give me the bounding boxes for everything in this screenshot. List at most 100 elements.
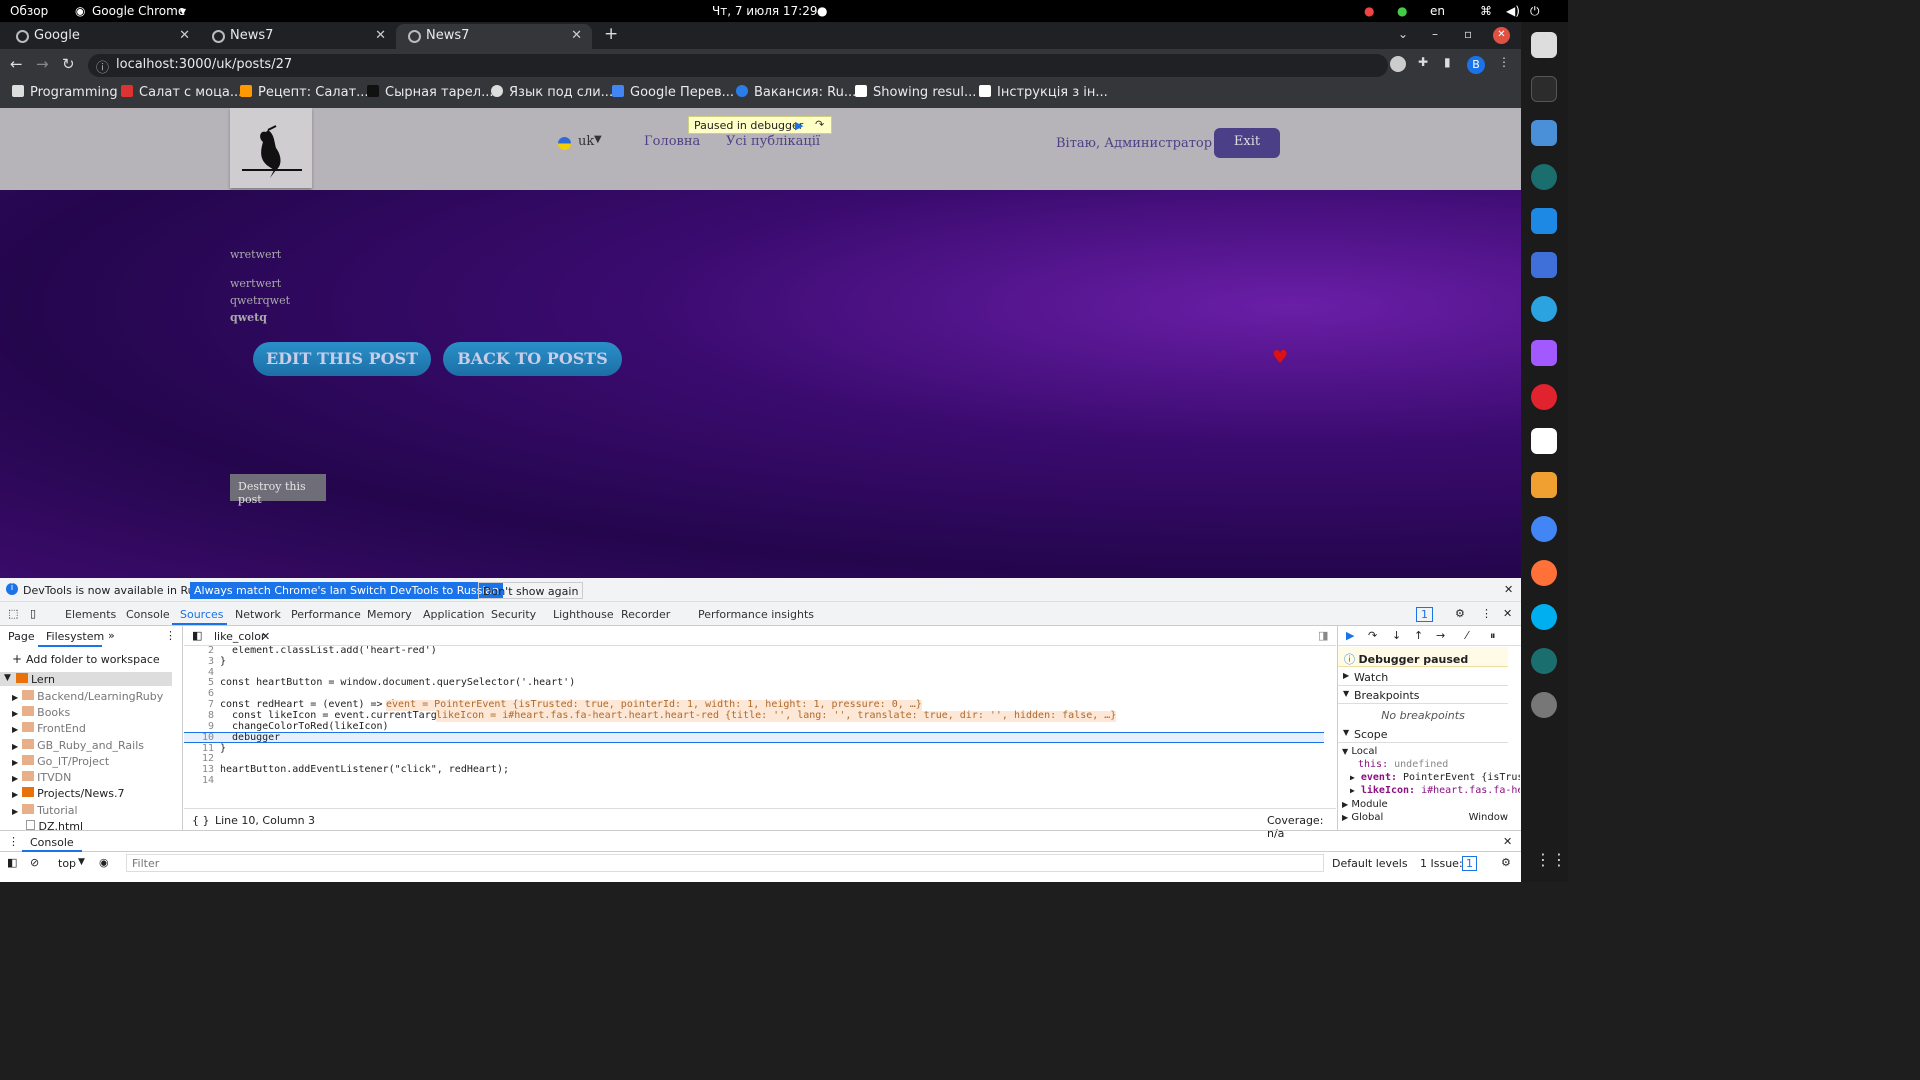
toggle-navigator-icon[interactable]: ◧: [192, 629, 202, 642]
sidebar-toggle-icon[interactable]: ◧: [7, 856, 17, 869]
exit-button[interactable]: Exit: [1214, 128, 1280, 158]
kebab-menu-icon[interactable]: ⋮: [1481, 607, 1492, 620]
clear-console-icon[interactable]: ⊘: [30, 856, 39, 869]
step-over-icon[interactable]: ↷: [815, 118, 824, 131]
dont-show-button[interactable]: Don't show again: [478, 582, 584, 599]
tab-news7[interactable]: News7 ✕: [200, 24, 396, 49]
activities-button[interactable]: Обзор: [10, 4, 48, 18]
step-over-icon[interactable]: ↷: [1368, 629, 1377, 642]
code-lines[interactable]: 2 element.classList.add('heart-red') 3} …: [184, 646, 1324, 806]
tab-application[interactable]: Application: [423, 608, 484, 621]
calculator-icon[interactable]: [1531, 472, 1557, 498]
step-out-icon[interactable]: ↑: [1414, 629, 1423, 642]
bookmark-item[interactable]: Google Перев...: [612, 85, 734, 100]
tree-item[interactable]: ▶ FrontEnd: [12, 722, 86, 735]
app-icon[interactable]: [1531, 428, 1557, 454]
close-icon[interactable]: ✕: [571, 28, 582, 43]
new-tab-button[interactable]: +: [604, 24, 618, 44]
volume-icon[interactable]: ◀): [1506, 4, 1520, 18]
heart-icon[interactable]: ♥: [1272, 347, 1288, 368]
bookmark-item[interactable]: Programming: [12, 85, 118, 100]
tab-memory[interactable]: Memory: [367, 608, 412, 621]
tree-item[interactable]: ▶ GB_Ruby_and_Rails: [12, 739, 144, 752]
screenshot-icon[interactable]: [1531, 252, 1557, 278]
kebab-menu-icon[interactable]: ⋮: [8, 835, 19, 848]
bookmark-item[interactable]: Інструкція з ін...: [979, 85, 1108, 100]
bookmark-item[interactable]: Вакансия: Ru...: [736, 85, 856, 100]
magpie-logo[interactable]: [230, 108, 312, 188]
edit-post-button[interactable]: EDIT THIS POST: [253, 342, 431, 376]
deactivate-breakpoints-icon[interactable]: ⁄: [1466, 629, 1468, 642]
console-filter-input[interactable]: [126, 854, 1324, 872]
step-icon[interactable]: →: [1436, 629, 1445, 642]
kebab-menu-icon[interactable]: ⋮: [165, 629, 176, 642]
tab-security[interactable]: Security: [491, 608, 536, 621]
bookmark-item[interactable]: Сырная тарел...: [367, 85, 494, 100]
nav-tab-page[interactable]: Page: [8, 630, 35, 643]
close-icon[interactable]: ✕: [375, 28, 386, 43]
puzzle-icon[interactable]: ✚: [1418, 55, 1428, 69]
app-icon[interactable]: [1531, 692, 1557, 718]
file-tab[interactable]: like_color: [214, 630, 265, 643]
log-levels-dropdown[interactable]: Default levels: [1332, 857, 1408, 870]
toggle-debugger-icon[interactable]: ◨: [1318, 629, 1328, 642]
inspect-icon[interactable]: ⬚: [8, 607, 18, 620]
skype-icon[interactable]: [1531, 604, 1557, 630]
scope-section[interactable]: ▼ Scope: [1338, 725, 1508, 743]
address-bar[interactable]: ⓘ localhost:3000/uk/posts/27: [88, 54, 1388, 77]
nav-tab-filesystem[interactable]: Filesystem: [46, 630, 104, 643]
maximize-icon[interactable]: ▫: [1464, 27, 1472, 41]
telegram-icon[interactable]: [1531, 296, 1557, 322]
drawer-tab-console[interactable]: Console: [30, 836, 74, 849]
window-close-icon[interactable]: ✕: [1493, 27, 1510, 44]
scope-row[interactable]: ▶ event: PointerEvent {isTrust: [1350, 772, 1520, 783]
device-toggle-icon[interactable]: ▯: [30, 607, 36, 620]
back-to-posts-button[interactable]: BACK TO POSTS: [443, 342, 622, 376]
close-icon[interactable]: ✕: [1503, 607, 1512, 620]
tab-performance[interactable]: Performance: [291, 608, 361, 621]
app-menu[interactable]: Google Chrome: [92, 4, 185, 18]
back-icon[interactable]: ←: [10, 55, 23, 73]
tree-item[interactable]: ▶ ITVDN: [12, 771, 71, 784]
expand-icon[interactable]: ▼: [4, 673, 11, 683]
bookmark-item[interactable]: Showing resul...: [855, 85, 976, 100]
profile-avatar[interactable]: B: [1467, 56, 1485, 74]
scope-module[interactable]: ▶ Module: [1342, 799, 1388, 810]
chrome-icon[interactable]: [1531, 516, 1557, 542]
forward-icon[interactable]: →: [36, 55, 49, 73]
step-into-icon[interactable]: ↓: [1392, 629, 1401, 642]
scope-local[interactable]: ▼ Local: [1342, 746, 1377, 757]
tab-lighthouse[interactable]: Lighthouse: [553, 608, 614, 621]
tree-item[interactable]: ▶ Go_IT/Project: [12, 755, 109, 768]
tree-item-selected[interactable]: ▼ Lern: [0, 672, 172, 686]
resume-icon[interactable]: ▶: [795, 119, 803, 132]
scope-global[interactable]: ▶ Global Window: [1342, 812, 1508, 823]
extension-icon[interactable]: [1390, 56, 1406, 72]
eye-icon[interactable]: ◉: [99, 856, 109, 869]
tray-check-icon[interactable]: ●: [1397, 4, 1407, 18]
software-center-icon[interactable]: [1531, 120, 1557, 146]
context-selector[interactable]: top: [58, 857, 76, 870]
tray-app-icon[interactable]: ●: [1364, 4, 1374, 18]
gear-icon[interactable]: ⚙: [1501, 856, 1511, 869]
close-icon[interactable]: ✕: [1504, 583, 1513, 596]
terminal-icon[interactable]: [1531, 76, 1557, 102]
tab-performance-insights[interactable]: Performance insights: [698, 608, 814, 621]
firefox-icon[interactable]: [1531, 560, 1557, 586]
clock[interactable]: Чт, 7 июля 17:29: [712, 4, 817, 18]
tree-item[interactable]: ▶ Books: [12, 706, 70, 719]
info-icon[interactable]: ⓘ: [96, 57, 109, 76]
resume-icon[interactable]: ▶: [1346, 629, 1354, 642]
kebab-menu-icon[interactable]: ⋮: [1498, 55, 1510, 69]
reload-icon[interactable]: ↻: [62, 55, 75, 73]
tab-google[interactable]: Google ✕: [4, 24, 200, 49]
keyboard-layout[interactable]: en: [1430, 4, 1445, 18]
tree-item[interactable]: ▶ Projects/News.7: [12, 787, 124, 800]
bookmark-item[interactable]: Салат с моца...: [121, 85, 242, 100]
nav-all-posts[interactable]: Усі публікації: [726, 134, 820, 149]
tab-search-icon[interactable]: ⌄: [1398, 27, 1408, 41]
gear-icon[interactable]: ⚙: [1455, 607, 1465, 620]
tab-sources[interactable]: Sources: [180, 608, 224, 621]
language-dropdown[interactable]: uk: [578, 134, 594, 149]
issues-badge[interactable]: 1: [1416, 607, 1433, 622]
